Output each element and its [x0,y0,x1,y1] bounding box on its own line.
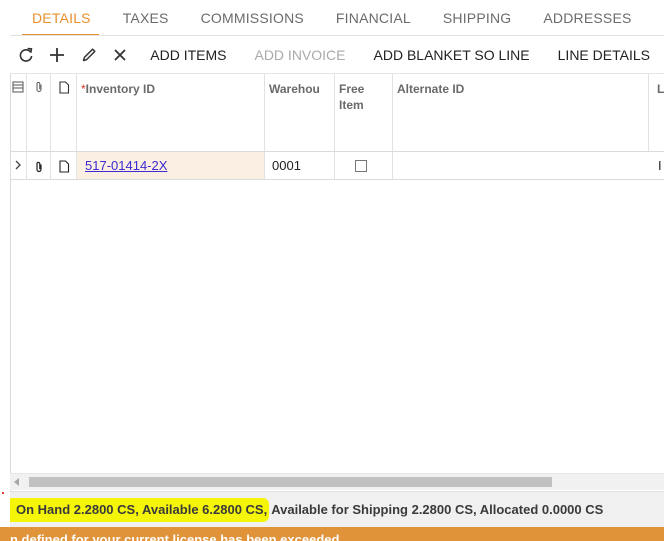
grid-header-notes[interactable] [51,74,77,151]
row-attachments[interactable] [27,152,51,179]
availability-status-bar: On Hand 2.2800 CS, Available 6.2800 CS, A… [10,491,664,527]
availability-rest: Available for Shipping 2.2800 CS, Alloca… [271,502,604,517]
column-header-inventory-id[interactable]: *Inventory ID [77,74,265,151]
column-header-cut-off[interactable]: L [648,74,664,151]
tab-shipping[interactable]: SHIPPING [427,0,528,35]
horizontal-scrollbar[interactable] [10,473,664,490]
cell-warehouse[interactable]: 0001 [265,152,335,179]
tab-details[interactable]: DETAILS [10,0,107,35]
tab-commissions[interactable]: COMMISSIONS [185,0,320,35]
add-blanket-so-line-button[interactable]: ADD BLANKET SO LINE [360,37,544,73]
paperclip-icon [36,81,42,92]
delete-button[interactable] [105,37,137,73]
row-expand[interactable] [11,152,27,179]
edit-button[interactable] [73,37,105,73]
add-invoice-button[interactable]: ADD INVOICE [240,37,359,73]
line-details-button[interactable]: LINE DETAILS [544,37,664,73]
error-marker [2,492,4,494]
free-item-checkbox[interactable] [355,160,367,172]
tab-bar: DETAILS TAXES COMMISSIONS FINANCIAL SHIP… [10,0,664,36]
cell-inventory-id: 517-01414-2X [77,152,265,179]
tab-addresses[interactable]: ADDRESSES [527,0,647,35]
paperclip-icon [36,161,42,172]
add-items-button[interactable]: ADD ITEMS [136,37,240,73]
column-header-warehouse[interactable]: Warehou [265,74,335,151]
files-icon [12,81,24,93]
edit-icon [82,48,96,62]
add-icon [50,48,65,62]
scroll-left-icon[interactable] [14,478,19,486]
delete-icon [114,49,127,61]
note-icon [59,81,70,94]
table-row[interactable]: 517-01414-2X 0001 I [11,152,664,180]
chevron-right-icon [15,160,21,170]
cell-alternate-id[interactable] [393,152,648,179]
license-warning-bar: n defined for your current license has b… [0,527,664,541]
row-note[interactable] [51,152,77,179]
grid-toolbar: ADD ITEMS ADD INVOICE ADD BLANKET SO LIN… [10,37,664,73]
refresh-icon [19,47,33,62]
grid-header-attachments[interactable] [27,74,51,151]
refresh-button[interactable] [10,37,42,73]
grid-header-files[interactable] [11,74,27,151]
tab-discounts[interactable]: DISCO [648,0,664,35]
grid-header: *Inventory ID Warehou Free Item Alternat… [11,74,664,152]
column-header-alternate-id[interactable]: Alternate ID [393,74,648,151]
add-row-button[interactable] [42,37,74,73]
cell-cut-off[interactable]: I [648,152,664,179]
scrollbar-thumb[interactable] [29,477,552,487]
inventory-id-link[interactable]: 517-01414-2X [85,158,167,173]
column-header-free-item[interactable]: Free Item [335,74,393,151]
details-grid: *Inventory ID Warehou Free Item Alternat… [10,73,664,491]
tab-financial[interactable]: FINANCIAL [320,0,427,35]
highlighted-availability: On Hand 2.2800 CS, Available 6.2800 CS, [10,498,270,522]
note-icon [59,160,70,173]
cell-free-item [335,152,393,179]
license-warning-text: n defined for your current license has b… [10,532,340,541]
tab-taxes[interactable]: TAXES [107,0,185,35]
